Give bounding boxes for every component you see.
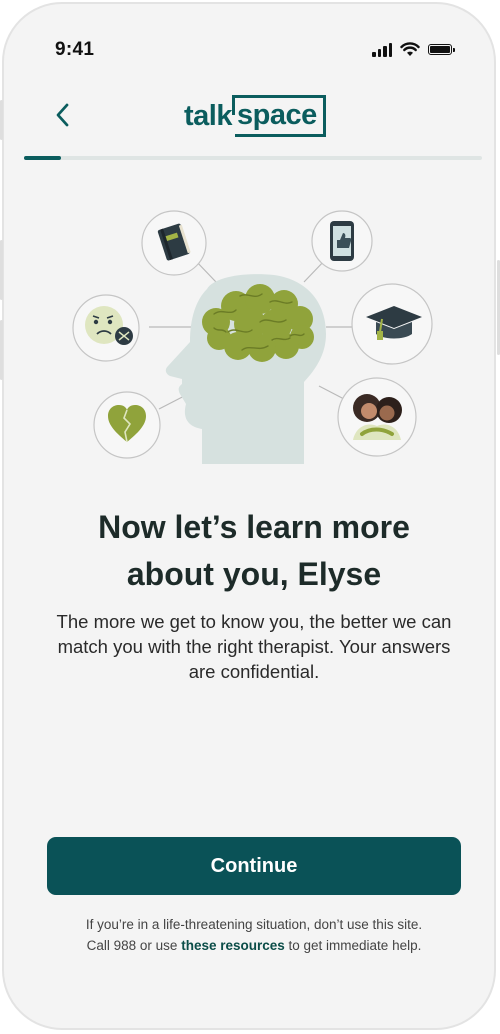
broken-heart-icon — [93, 391, 161, 459]
sad-emoji-icon — [72, 294, 140, 362]
book-icon — [141, 210, 207, 276]
crisis-disclaimer-suffix: to get immediate help. — [284, 938, 422, 953]
talkspace-logo: talk space — [184, 95, 326, 137]
chevron-left-icon — [56, 103, 69, 127]
phone-side-button — [0, 100, 3, 140]
illustration — [72, 210, 433, 464]
page-title-line-1: Now let’s learn more — [98, 509, 410, 545]
battery-icon — [428, 44, 455, 55]
continue-button[interactable]: Continue — [47, 837, 461, 895]
crisis-disclaimer-line-2: Call 988 or use these resources to get i… — [39, 935, 469, 956]
phone-side-button — [0, 240, 3, 300]
page-title: Now let’s learn more about you, Elyse — [34, 504, 474, 598]
wifi-icon — [400, 42, 420, 56]
crisis-disclaimer-prefix: Call 988 or use — [86, 938, 182, 953]
hugging-family-icon — [337, 377, 417, 457]
crisis-disclaimer-line-1: If you’re in a life-threatening situatio… — [85, 917, 423, 932]
progress-fill — [24, 156, 61, 160]
phone-thumbs-up-icon — [311, 210, 373, 272]
graduation-cap-icon — [351, 283, 433, 365]
status-bar: 9:41 — [4, 4, 494, 94]
phone-side-button — [0, 320, 3, 380]
back-button[interactable] — [48, 98, 78, 132]
status-time: 9:41 — [55, 39, 95, 60]
head-brain-icon — [165, 274, 326, 464]
logo-text-talk: talk — [184, 99, 232, 132]
logo-text-space: space — [231, 95, 326, 137]
these-resources-link[interactable]: these resources — [181, 938, 285, 953]
phone-frame: 9:41 talk space Now let’s learn more abo… — [2, 2, 496, 1030]
status-icons — [372, 42, 455, 57]
page-subtitle: The more we get to know you, the better … — [56, 611, 452, 682]
page-title-line-2: about you, Elyse — [126, 556, 382, 592]
nav-bar: talk space — [4, 92, 494, 142]
signal-icon — [372, 42, 392, 57]
crisis-disclaimer: If you’re in a life-threatening situatio… — [39, 914, 469, 956]
progress-bar — [24, 156, 482, 160]
